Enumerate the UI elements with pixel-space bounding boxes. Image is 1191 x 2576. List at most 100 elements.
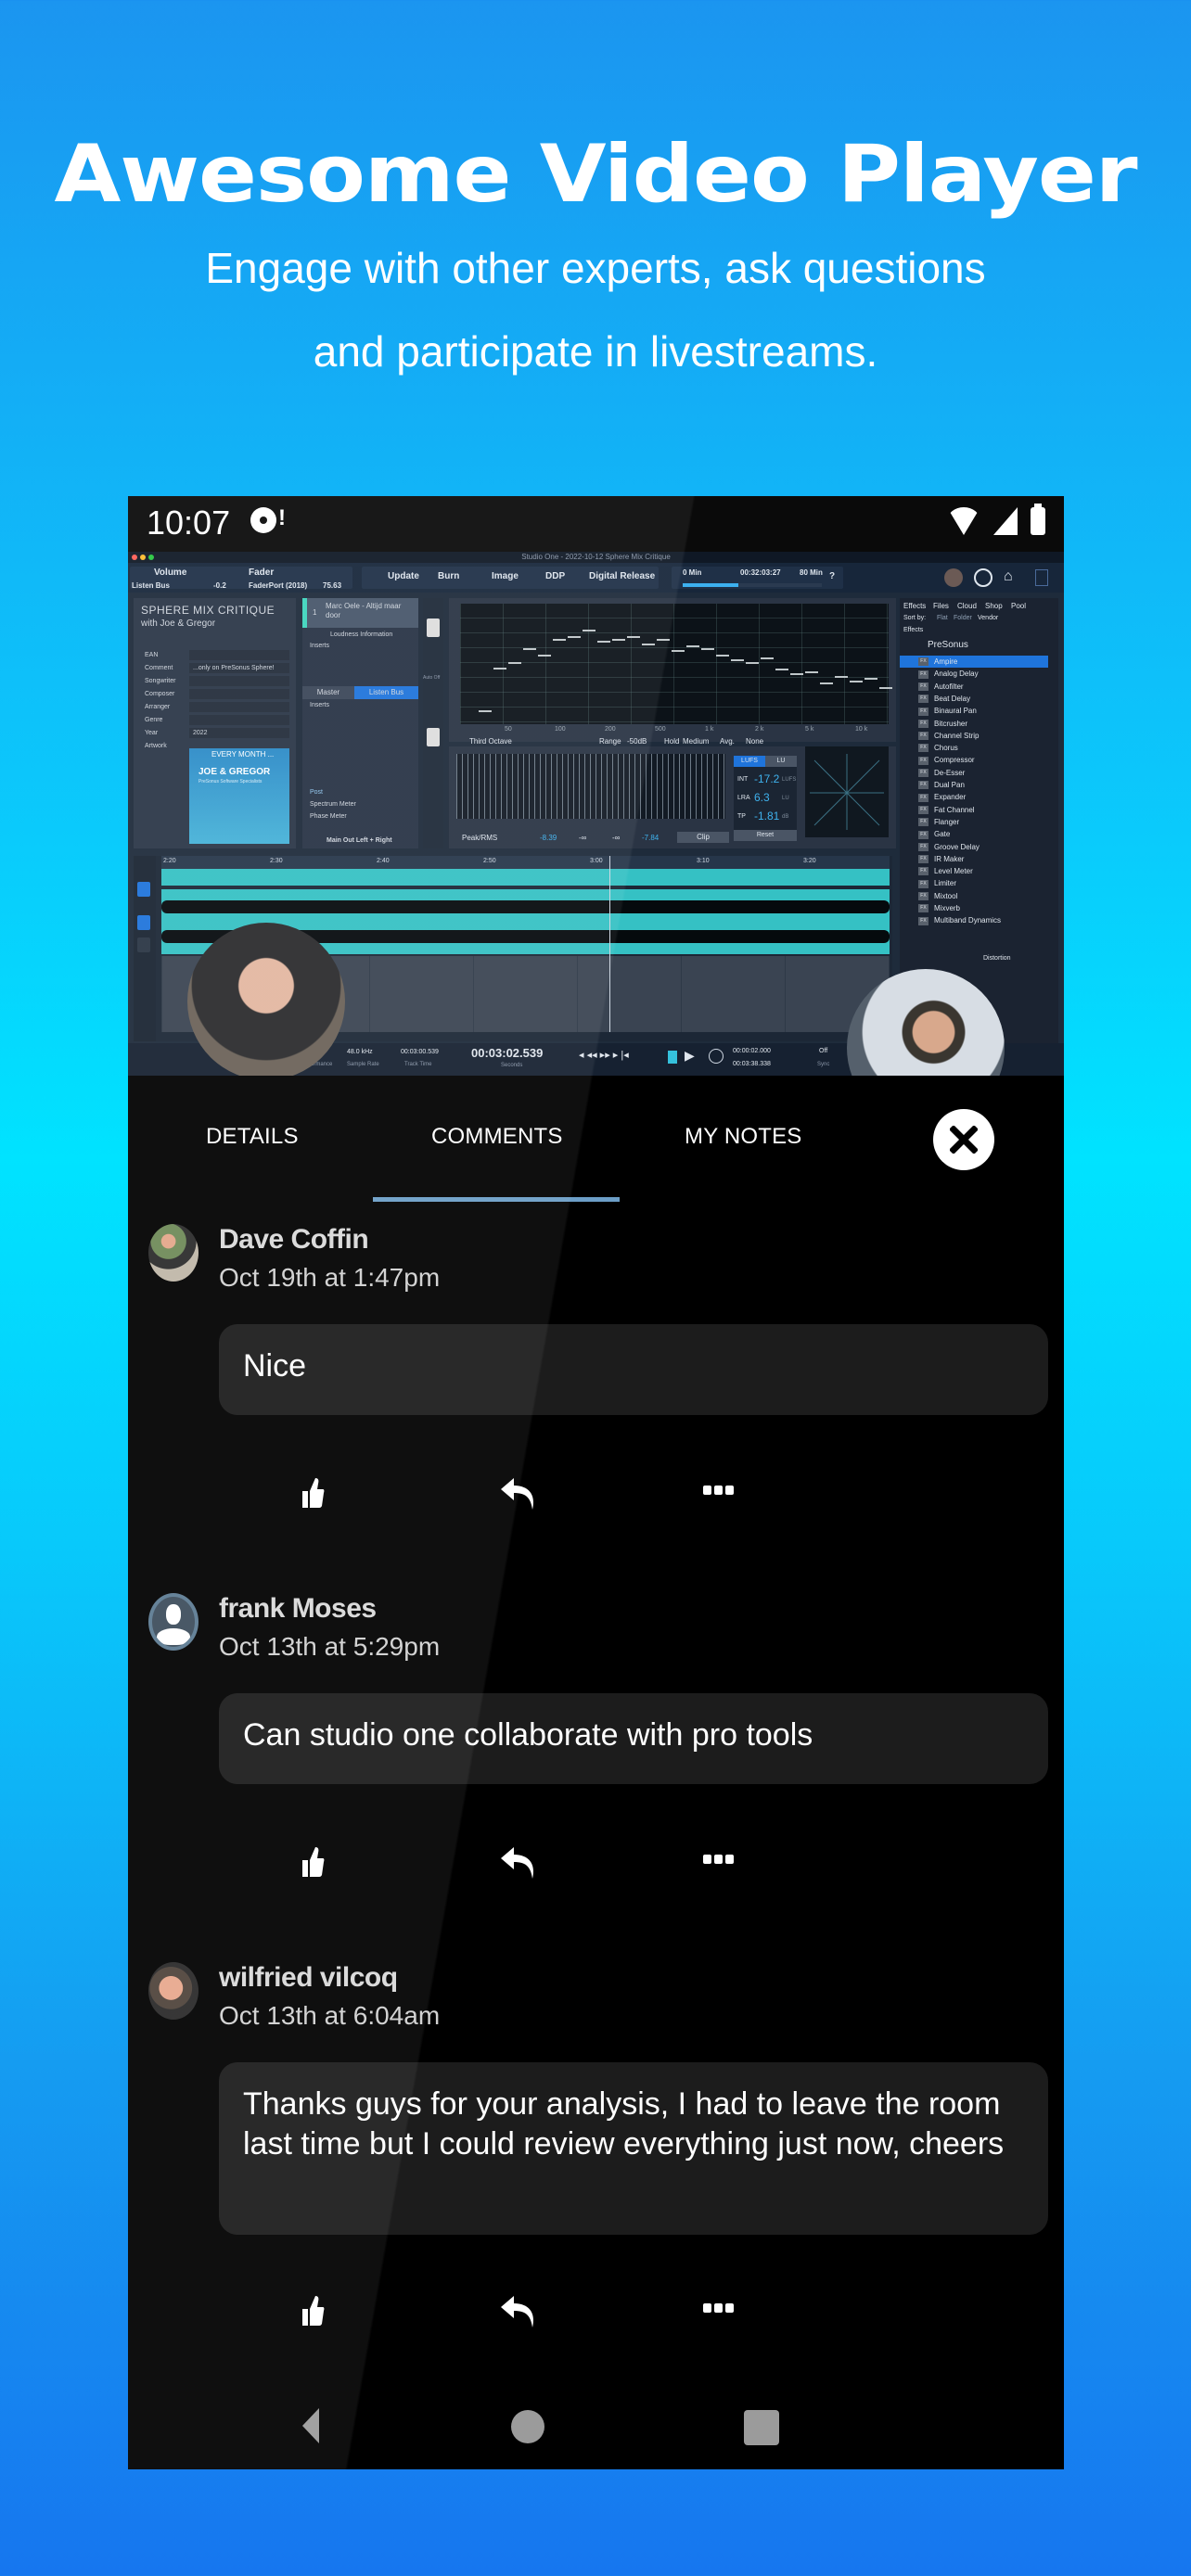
- ruler-tick-label: 3:20: [803, 858, 816, 864]
- like-button[interactable]: [301, 1476, 325, 1514]
- comment-actions: [128, 2294, 1064, 2340]
- close-button[interactable]: [933, 1109, 994, 1170]
- progress-end: 80 Min: [800, 568, 823, 577]
- spectrum-band: [879, 687, 892, 689]
- thumbs-up-icon: [302, 2296, 325, 2326]
- digital-release-button: Digital Release: [589, 571, 656, 581]
- document-icon: [1035, 569, 1048, 586]
- comment-time: Oct 19th at 1:47pm: [219, 1263, 441, 1292]
- reply-button[interactable]: [499, 2294, 538, 2334]
- track-number: 1: [313, 608, 317, 617]
- browser-item-label: Gate: [934, 830, 951, 839]
- more-button[interactable]: [703, 1853, 735, 1870]
- master-tab: Master: [302, 686, 354, 699]
- fx-icon: FX: [918, 732, 928, 741]
- avatar[interactable]: [148, 1593, 198, 1651]
- browser-item: FX Limiter: [900, 877, 1048, 889]
- browser-item: FX Expander: [900, 791, 1048, 803]
- disc-progress-fill: [683, 583, 738, 587]
- play-icon: ▶: [685, 1048, 695, 1063]
- reply-button[interactable]: [499, 1476, 538, 1516]
- more-button[interactable]: [703, 2302, 735, 2319]
- browser-item: FX De-Esser: [900, 767, 1048, 779]
- frequency-tick-label: 1 k: [705, 726, 714, 733]
- more-button[interactable]: [703, 1484, 735, 1501]
- comment-bubble: Thanks guys for your analysis, I had to …: [219, 2062, 1048, 2235]
- track-time-label: Track Time: [404, 1062, 432, 1067]
- browser-item-label: Groove Delay: [934, 842, 980, 851]
- back-icon[interactable]: [302, 2408, 319, 2443]
- transport-rewind-icons: ◂ ◂◂ ▸▸ ▸ |◂: [579, 1050, 629, 1061]
- metadata-field-label: Artwork: [145, 743, 167, 749]
- comment-text: Nice: [243, 1348, 307, 1384]
- auto-label: Auto Off: [423, 675, 441, 681]
- thumbs-up-icon: [302, 1847, 325, 1877]
- loop-right: 00:03:38.338: [733, 1061, 771, 1067]
- hero-subtitle-line2: and participate in livestreams.: [313, 327, 878, 376]
- comment-author[interactable]: Dave Coffin: [219, 1224, 369, 1256]
- spectrum-band: [850, 681, 863, 682]
- help-button: ?: [829, 571, 836, 581]
- metadata-field-label: Songwriter: [145, 678, 176, 684]
- metadata-field-label: Composer: [145, 691, 175, 697]
- browser-item: FX IR Maker: [900, 853, 1048, 865]
- spectrum-band: [612, 639, 625, 641]
- browser-breadcrumb: Effects: [903, 627, 924, 633]
- like-button[interactable]: [301, 1845, 325, 1883]
- tab-bar: DETAILS COMMENTS MY NOTES: [128, 1076, 1064, 1210]
- like-button[interactable]: [301, 2294, 325, 2332]
- browser-tab: Cloud: [957, 602, 977, 610]
- browser-item: FX Binaural Pan: [900, 705, 1048, 717]
- sample-rate-label: Sample Rate: [347, 1062, 379, 1067]
- video-player[interactable]: Studio One - 2022-10-12 Sphere Mix Criti…: [128, 552, 1064, 1076]
- frequency-tick-label: 2 k: [755, 726, 764, 733]
- tab-comments[interactable]: COMMENTS: [431, 1124, 563, 1150]
- sort-flat: Flat: [937, 615, 948, 621]
- image-button: Image: [492, 571, 519, 581]
- comment-author[interactable]: frank Moses: [219, 1593, 377, 1625]
- reply-icon: [501, 1847, 534, 1879]
- browser-extra-item: Distortion: [983, 955, 1011, 962]
- browser-item: FX Multiband Dynamics: [900, 914, 1048, 926]
- inserts-label-2: Inserts: [310, 702, 330, 708]
- meter-value-4: -7.84: [642, 834, 660, 842]
- close-icon: [950, 1126, 978, 1154]
- avatar[interactable]: [148, 1224, 198, 1282]
- listen-tool-icon: [137, 882, 150, 897]
- inserts-label: Inserts: [310, 643, 330, 649]
- spectrum-band: [820, 682, 833, 684]
- recent-apps-icon[interactable]: [744, 2410, 779, 2445]
- artwork-line1: EVERY MONTH ...: [211, 750, 275, 759]
- frequency-tick-label: 200: [605, 726, 616, 733]
- comment-author[interactable]: wilfried vilcoq: [219, 1962, 398, 1994]
- browser-item-label: Dual Pan: [934, 781, 965, 789]
- browser-item: FX Fat Channel: [900, 804, 1048, 816]
- reply-button[interactable]: [499, 1845, 538, 1885]
- browser-item-label: Expander: [934, 793, 967, 802]
- avatar[interactable]: [148, 1962, 198, 2020]
- comment-bubble: Can studio one collaborate with pro tool…: [219, 1693, 1048, 1784]
- progress-start: 0 Min: [683, 568, 702, 577]
- browser-item-label: Autofilter: [934, 682, 964, 691]
- sync-value: Off: [819, 1048, 828, 1054]
- spectrum-band: [508, 662, 521, 664]
- spectrum-band: [627, 636, 640, 638]
- tab-my-notes[interactable]: MY NOTES: [685, 1124, 802, 1150]
- metadata-field-label: Arranger: [145, 704, 171, 710]
- tab-details[interactable]: DETAILS: [206, 1124, 299, 1150]
- track-name: Marc Oele - Altijd maar door: [326, 602, 402, 619]
- fader-sub: FaderPort (2018): [249, 581, 308, 590]
- home-nav-icon[interactable]: [511, 2410, 544, 2443]
- frequency-tick-label: 5 k: [805, 726, 814, 733]
- spectrum-band: [642, 644, 655, 645]
- meter-value-3: -∞: [612, 834, 621, 842]
- loudness-panel: LUFS LU INT -17.2 LUFS LRA 6.3 LU TP -1.…: [734, 756, 797, 841]
- track-time: 00:03:00.539: [401, 1049, 439, 1055]
- vendor-name: PreSonus: [928, 640, 968, 650]
- phone-screen: 10:07 ! Studio One - 2022-10-12 Sphere M…: [128, 496, 1064, 2469]
- notification-badge: !: [278, 505, 286, 530]
- browser-item-label: Ampire: [934, 657, 958, 666]
- spectrum-band: [835, 676, 848, 678]
- browser-item-label: Limiter: [934, 879, 957, 888]
- fader-value: 75.63: [323, 581, 342, 590]
